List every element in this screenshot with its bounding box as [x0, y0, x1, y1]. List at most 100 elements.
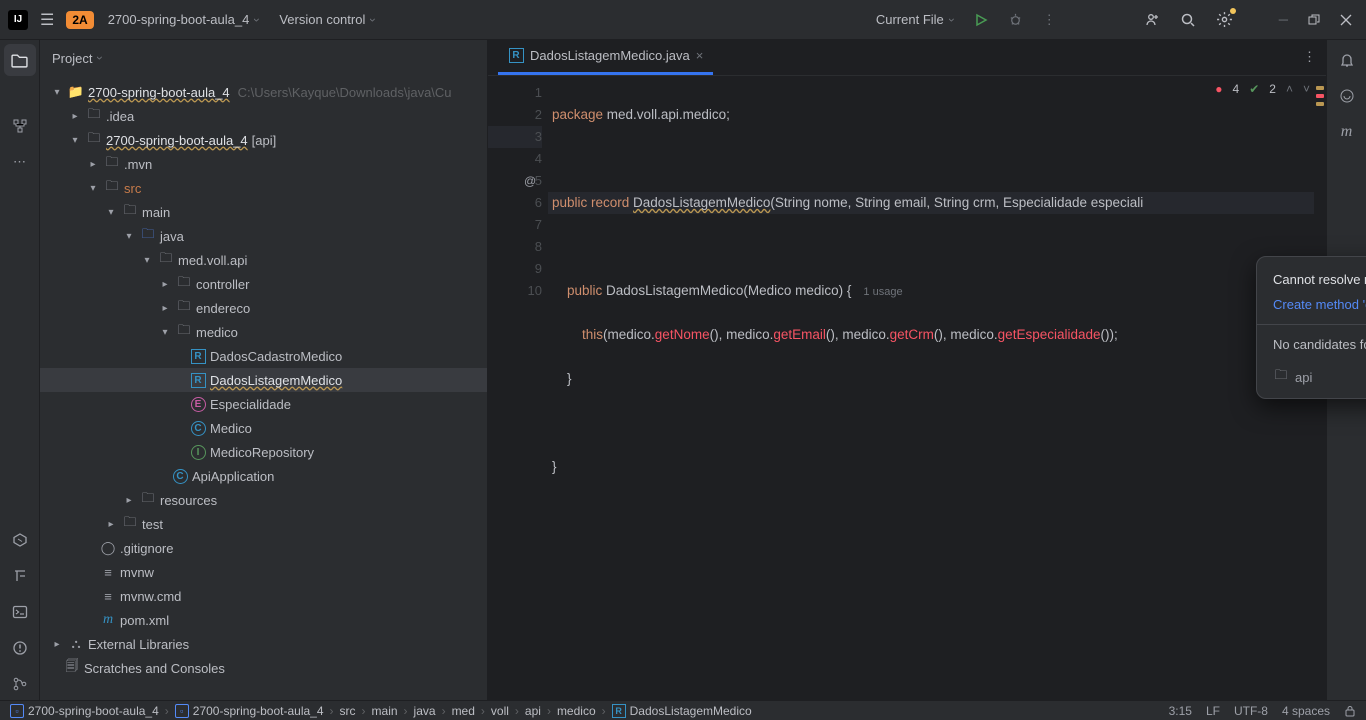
- tree-mvnw[interactable]: ≡mvnw: [40, 560, 487, 584]
- tree-main-folder[interactable]: 🗀main: [40, 200, 487, 224]
- project-tool-button[interactable]: [4, 44, 36, 76]
- left-tool-rail: ⋯: [0, 40, 40, 700]
- tree-controller-pkg[interactable]: 🗀controller: [40, 272, 487, 296]
- module-icon: 🗀: [1273, 366, 1289, 388]
- error-count: 4: [1233, 82, 1240, 96]
- tree-test-folder[interactable]: 🗀test: [40, 512, 487, 536]
- tree-dados-listagem[interactable]: RDadosListagemMedico: [40, 368, 487, 392]
- run-button[interactable]: [968, 7, 994, 33]
- navigation-bar: ▫2700-spring-boot-aula_4 › ▫2700-spring-…: [0, 700, 1366, 720]
- status-bar-right: 3:15 LF UTF-8 4 spaces: [1169, 704, 1356, 718]
- problems-tool-button[interactable]: [4, 632, 36, 664]
- prev-highlight-button[interactable]: ˄: [1286, 82, 1293, 96]
- breadcrumb[interactable]: api: [525, 704, 541, 718]
- module-icon: ▫: [175, 704, 189, 718]
- tree-medico-class[interactable]: CMedico: [40, 416, 487, 440]
- editor-area: R DadosListagemMedico.java × ⋮ 1 2 3 4 5…: [488, 40, 1326, 700]
- breadcrumb[interactable]: medico: [557, 704, 596, 718]
- project-tool-header: Project: [40, 40, 487, 76]
- tab-close-button[interactable]: ×: [696, 48, 704, 63]
- close-window-button[interactable]: [1334, 8, 1358, 32]
- next-highlight-button[interactable]: ˅: [1303, 82, 1310, 96]
- indent-config[interactable]: 4 spaces: [1282, 704, 1330, 718]
- tree-dados-cadastro[interactable]: RDadosCadastroMedico: [40, 344, 487, 368]
- vcs-tool-button[interactable]: [4, 668, 36, 700]
- inspections-widget[interactable]: ● 4 ✔ 2 ˄ ˅: [1215, 82, 1310, 96]
- services-tool-button[interactable]: [4, 524, 36, 556]
- notifications-button[interactable]: [1331, 44, 1363, 76]
- project-badge: 2A: [66, 11, 93, 29]
- more-actions-button[interactable]: ⋮: [1037, 6, 1062, 34]
- popup-quickfix-link[interactable]: Create method 'getNome' in 'Medico': [1273, 297, 1366, 312]
- tree-medico-repo[interactable]: IMedicoRepository: [40, 440, 487, 464]
- popup-title: Cannot resolve method 'getNome' in 'Medi…: [1273, 272, 1366, 287]
- maven-tool-button[interactable]: m: [1331, 116, 1363, 148]
- line-separator[interactable]: LF: [1206, 704, 1220, 718]
- warning-count-icon: ✔: [1249, 82, 1259, 96]
- module-icon: ▫: [10, 704, 24, 718]
- more-tools-button[interactable]: ⋯: [4, 146, 36, 178]
- tree-root[interactable]: 📁 2700-spring-boot-aula_4 C:\Users\Kayqu…: [40, 80, 487, 104]
- breadcrumb[interactable]: ▫2700-spring-boot-aula_4: [10, 704, 159, 718]
- record-icon: R: [508, 48, 524, 63]
- warning-count: 2: [1269, 82, 1276, 96]
- tree-resources-folder[interactable]: 🗀resources: [40, 488, 487, 512]
- popup-detail: No candidates found for method call medi…: [1273, 337, 1366, 352]
- build-tool-button[interactable]: [4, 560, 36, 592]
- tree-package[interactable]: 🗀med.voll.api: [40, 248, 487, 272]
- error-count-icon: ●: [1215, 82, 1222, 96]
- override-gutter-icon[interactable]: @: [524, 170, 536, 192]
- titlebar: IJ ☰ 2A 2700-spring-boot-aula_4 Version …: [0, 0, 1366, 40]
- terminal-tool-button[interactable]: [4, 596, 36, 628]
- run-config-selector[interactable]: Current File: [870, 8, 960, 31]
- readonly-toggle[interactable]: [1344, 705, 1356, 717]
- project-view-selector[interactable]: Project: [52, 51, 102, 66]
- project-selector[interactable]: 2700-spring-boot-aula_4: [102, 8, 266, 31]
- structure-tool-button[interactable]: [4, 110, 36, 142]
- code-editor[interactable]: 1 2 3 4 5@ 6 7 8 9 10 package med.voll.a…: [488, 76, 1326, 700]
- tabs-menu-button[interactable]: ⋮: [1303, 49, 1316, 65]
- tree-gitignore[interactable]: ◯.gitignore: [40, 536, 487, 560]
- intellij-logo-icon: IJ: [8, 10, 28, 30]
- error-tooltip-popup: Cannot resolve method 'getNome' in 'Medi…: [1256, 256, 1366, 399]
- tree-pom-xml[interactable]: mpom.xml: [40, 608, 487, 632]
- editor-tab-active[interactable]: R DadosListagemMedico.java ×: [498, 39, 713, 75]
- editor-gutter: 1 2 3 4 5@ 6 7 8 9 10: [488, 76, 548, 700]
- search-everywhere-button[interactable]: [1174, 6, 1202, 34]
- breadcrumb[interactable]: src: [340, 704, 356, 718]
- minimize-window-button[interactable]: ─: [1273, 6, 1294, 33]
- file-encoding[interactable]: UTF-8: [1234, 704, 1268, 718]
- breadcrumb[interactable]: ▫2700-spring-boot-aula_4: [175, 704, 324, 718]
- tree-mvn-folder[interactable]: 🗀.mvn: [40, 152, 487, 176]
- settings-button[interactable]: [1210, 5, 1239, 34]
- restore-window-button[interactable]: [1302, 8, 1326, 32]
- debug-button[interactable]: [1002, 6, 1029, 33]
- tree-scratches[interactable]: 🗐Scratches and Consoles: [40, 656, 487, 680]
- breadcrumb[interactable]: voll: [491, 704, 509, 718]
- main-menu-button[interactable]: ☰: [36, 6, 58, 34]
- breadcrumb[interactable]: main: [372, 704, 398, 718]
- breadcrumb[interactable]: med: [452, 704, 475, 718]
- tree-module[interactable]: 🗀 2700-spring-boot-aula_4 [api]: [40, 128, 487, 152]
- tree-java-folder[interactable]: 🗀java: [40, 224, 487, 248]
- ai-assistant-button[interactable]: [1331, 80, 1363, 112]
- tree-src-folder[interactable]: 🗀src: [40, 176, 487, 200]
- editor-tabs: R DadosListagemMedico.java × ⋮: [488, 40, 1326, 76]
- project-tree[interactable]: 📁 2700-spring-boot-aula_4 C:\Users\Kayqu…: [40, 76, 487, 700]
- caret-position[interactable]: 3:15: [1169, 704, 1192, 718]
- tree-api-application[interactable]: CApiApplication: [40, 464, 487, 488]
- breadcrumb[interactable]: RDadosListagemMedico: [612, 704, 752, 718]
- tree-mvnw-cmd[interactable]: ≡mvnw.cmd: [40, 584, 487, 608]
- vcs-selector[interactable]: Version control: [273, 8, 381, 31]
- tree-external-libraries[interactable]: ⛬External Libraries: [40, 632, 487, 656]
- tree-especialidade[interactable]: EEspecialidade: [40, 392, 487, 416]
- project-tool-window: Project 📁 2700-spring-boot-aula_4 C:\Use…: [40, 40, 488, 700]
- editor-tab-label: DadosListagemMedico.java: [530, 48, 690, 63]
- breadcrumb[interactable]: java: [414, 704, 436, 718]
- code-content[interactable]: package med.voll.api.medico; public reco…: [548, 76, 1314, 700]
- record-icon: R: [612, 704, 626, 718]
- tree-medico-pkg[interactable]: 🗀medico: [40, 320, 487, 344]
- code-with-me-button[interactable]: [1138, 6, 1166, 34]
- tree-endereco-pkg[interactable]: 🗀endereco: [40, 296, 487, 320]
- tree-idea-folder[interactable]: 🗀.idea: [40, 104, 487, 128]
